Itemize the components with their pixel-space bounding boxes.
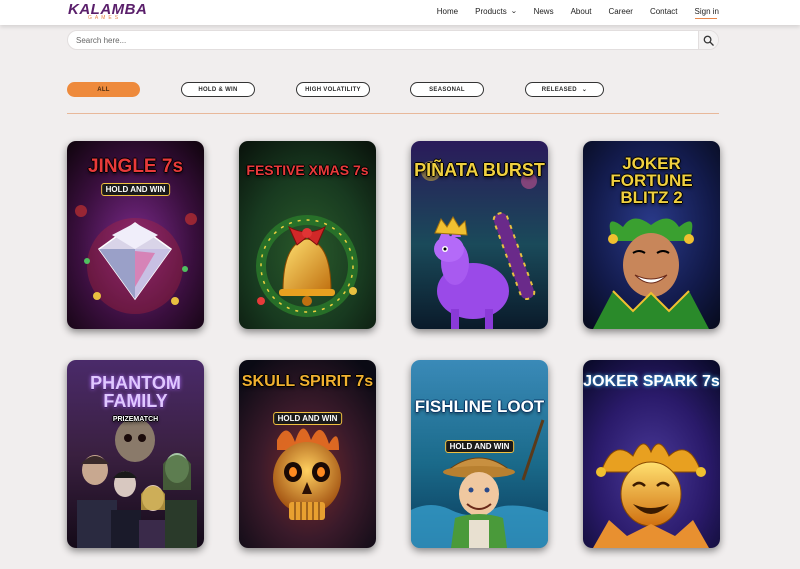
game-card-joker-spark-7s[interactable]: JOKER SPARK 7s [583, 360, 720, 548]
search-bar [67, 30, 719, 50]
filter-high-volatility-label: HIGH VOLATILITY [305, 86, 361, 93]
game-card-festive-xmas-7s[interactable]: FESTIVE XMAS 7s [239, 141, 376, 329]
game-card-joker-fortune-blitz-2[interactable]: JOKER FORTUNE BLITZ 2 [583, 141, 720, 329]
nav-contact[interactable]: Contact [650, 7, 678, 16]
nav-products[interactable]: Products ⌄ [475, 6, 518, 16]
game-title: SKULL SPIRIT 7s [241, 373, 374, 390]
fishline-loot-artwork [411, 360, 548, 548]
nav-news[interactable]: News [534, 7, 554, 16]
game-title: PIÑATA BURST [414, 160, 545, 180]
search-input[interactable] [76, 34, 691, 47]
game-subtitle: HOLD AND WIN [272, 412, 343, 425]
game-card-fishline-loot[interactable]: FISHLINE LOOT HOLD AND WIN [411, 360, 548, 548]
nav-career[interactable]: Career [609, 7, 633, 16]
main-nav: Home Products ⌄ News About Career Contac… [420, 0, 719, 22]
nav-about[interactable]: About [571, 7, 592, 16]
game-title: FESTIVE XMAS 7s [246, 162, 369, 178]
filter-all[interactable]: ALL [67, 82, 140, 97]
filter-all-label: ALL [97, 86, 110, 93]
game-subtitle: HOLD AND WIN [444, 440, 515, 453]
game-subtitle: HOLD AND WIN [100, 183, 171, 196]
game-title: JOKER SPARK 7s [583, 373, 720, 390]
nav-home[interactable]: Home [437, 7, 458, 16]
logo-tagline: GAMES [88, 15, 122, 21]
filter-seasonal-label: SEASONAL [429, 86, 465, 93]
game-card-jingle-7s[interactable]: JINGLE 7s HOLD AND WIN [67, 141, 204, 329]
site-header: KALAMBA GAMES Home Products ⌄ News About… [0, 0, 800, 25]
chevron-down-icon: ⌄ [510, 8, 518, 15]
game-card-phantom-family[interactable]: PHANTOM FAMILY PRIZEMATCH [67, 360, 204, 548]
section-divider [67, 113, 719, 114]
kalamba-logo[interactable]: KALAMBA GAMES [68, 2, 147, 21]
search-button[interactable] [698, 31, 718, 49]
game-title: PHANTOM FAMILY [90, 373, 181, 411]
filter-hold-and-win-label: HOLD & WIN [198, 86, 238, 93]
chevron-down-icon: ⌄ [581, 87, 588, 93]
filter-high-volatility[interactable]: HIGH VOLATILITY [296, 82, 370, 97]
filter-seasonal[interactable]: SEASONAL [410, 82, 484, 97]
game-title: FISHLINE LOOT [414, 397, 545, 416]
game-card-skull-spirit-7s[interactable]: SKULL SPIRIT 7s HOLD AND WIN [239, 360, 376, 548]
nav-products-label: Products [475, 6, 507, 16]
game-card-pinata-burst[interactable]: PIÑATA BURST [411, 141, 548, 329]
filter-released-label: RELEASED [541, 86, 577, 93]
game-subtitle: PRIZEMATCH [112, 416, 159, 423]
game-title: JOKER FORTUNE BLITZ 2 [610, 154, 693, 207]
filter-released-dropdown[interactable]: RELEASED ⌄ [525, 82, 604, 97]
search-icon [703, 35, 714, 46]
game-title: JINGLE 7s [87, 156, 184, 177]
nav-sign-in[interactable]: Sign in [694, 7, 719, 19]
filter-hold-and-win[interactable]: HOLD & WIN [181, 82, 255, 97]
